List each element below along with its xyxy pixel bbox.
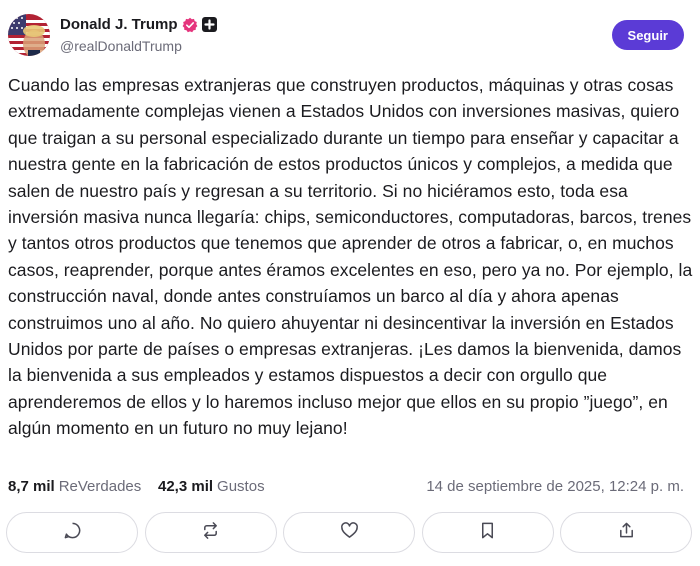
action-bar bbox=[6, 512, 692, 554]
share-button[interactable] bbox=[560, 512, 692, 553]
retruth-icon bbox=[201, 521, 220, 545]
bookmark-icon bbox=[478, 521, 497, 545]
post-stats: 8,7 mil ReVerdades 42,3 mil Gustos 14 de… bbox=[8, 478, 684, 498]
post-date[interactable]: 14 de septiembre de 2025, 12:24 p. m. bbox=[426, 478, 684, 495]
bookmark-button[interactable] bbox=[421, 512, 554, 553]
likes-label: Gustos bbox=[217, 478, 265, 495]
like-icon bbox=[340, 521, 359, 545]
post-text: Cuando las empresas extranjeras que cons… bbox=[8, 75, 693, 439]
reply-button[interactable] bbox=[6, 512, 138, 553]
avatar[interactable] bbox=[8, 14, 50, 56]
retruths-label: ReVerdades bbox=[58, 478, 142, 495]
follow-button[interactable]: Seguir bbox=[611, 20, 684, 50]
author-name-row: Donald J. Trump bbox=[60, 16, 217, 33]
likes-stat[interactable]: 42,3 mil Gustos bbox=[158, 478, 265, 495]
post-card: Donald J. Trump @realDonaldTrump Seguir … bbox=[0, 0, 700, 566]
plus-badge-icon bbox=[201, 17, 217, 32]
share-icon bbox=[617, 521, 636, 545]
retruths-stat[interactable]: 8,7 mil ReVerdades bbox=[8, 478, 141, 495]
retruth-button[interactable] bbox=[144, 512, 277, 553]
author-handle[interactable]: @realDonaldTrump bbox=[60, 38, 182, 54]
author-name[interactable]: Donald J. Trump bbox=[60, 16, 178, 33]
post-header: Donald J. Trump @realDonaldTrump Seguir bbox=[8, 12, 684, 56]
like-button[interactable] bbox=[283, 512, 415, 553]
avatar-flag-portrait bbox=[8, 14, 50, 56]
likes-count: 42,3 mil bbox=[158, 478, 214, 495]
reply-icon bbox=[63, 521, 82, 545]
retruths-count: 8,7 mil bbox=[8, 478, 55, 495]
verified-badge-icon bbox=[182, 17, 198, 33]
